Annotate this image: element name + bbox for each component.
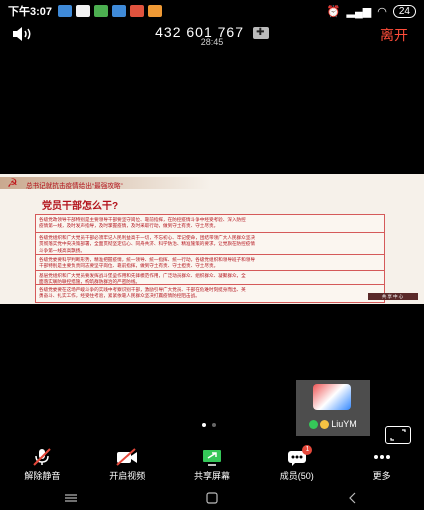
meeting-toolbar: 解除静音 开启视频 共享屏幕 1 成员(50) 更多 — [0, 445, 424, 483]
page-indicator — [202, 423, 216, 427]
start-video-label: 开启视频 — [109, 471, 146, 481]
participant-video-thumbnail[interactable]: LiuYM — [296, 380, 370, 436]
video-off-icon — [116, 448, 138, 466]
status-time: 下午3:07 — [8, 6, 53, 18]
more-label: 更多 — [372, 471, 391, 481]
members-button[interactable]: 1 成员(50) — [254, 445, 339, 483]
members-label: 成员(50) — [279, 471, 314, 481]
muted-mic-icon — [33, 448, 52, 466]
mail-notification-icon — [76, 5, 91, 17]
menu-lines-icon — [64, 493, 77, 502]
fullscreen-button[interactable] — [385, 426, 411, 444]
slide-text-block: 各级党政领导干部特别是主要领导干部要坚守岗位、靠前指挥，在防控疫情斗争中经受考验… — [35, 214, 385, 233]
share-screen-icon — [202, 450, 221, 466]
news-notification-icon — [130, 5, 145, 17]
slide-title: 党员干部怎么干? — [42, 201, 119, 212]
slide-footer: 共享中心 — [368, 293, 418, 300]
recent-apps-button[interactable] — [59, 491, 83, 505]
participant-avatar — [313, 384, 351, 410]
wifi-icon: ◠ — [377, 5, 387, 18]
slide-text-line: 干部特别是主要负责同志要坚守岗位、靠前指挥，做到守土有责、守土担责、守土尽责。 — [39, 263, 219, 269]
signal-icon: ▂▄▆ — [346, 5, 372, 18]
shared-screen[interactable]: ☭ 总书记就抗击疫情给出“最强攻略” 党员干部怎么干? 各级党政领导干部特别是主… — [0, 174, 424, 304]
share-screen-button[interactable]: 共享屏幕 — [170, 447, 255, 483]
participant-name-row: LiuYM — [296, 419, 370, 429]
app2-notification-icon — [148, 5, 163, 17]
slide-text-line: 勇奋斗、扎实工作，经受住考验，紧紧依靠人民群众坚决打赢疫情防控阻击战。 — [39, 293, 200, 299]
host-icon — [320, 419, 330, 429]
more-icon — [373, 455, 390, 459]
slide-text-line: 疫情第一线，及时发声指导，及时掌握疫情，及时采取行动，做到守土有责、守土尽责。 — [39, 223, 219, 229]
notification-icons — [58, 5, 163, 17]
system-navigation-bar — [0, 485, 424, 510]
meeting-duration: 28:45 — [200, 37, 224, 47]
app-notification-icon — [58, 5, 73, 17]
page-dot — [212, 423, 216, 427]
share-screen-label: 共享屏幕 — [193, 471, 230, 481]
members-badge: 1 — [302, 445, 313, 455]
party-emblem-icon: ☭ — [7, 176, 18, 190]
battery-indicator: 24 — [392, 4, 416, 18]
home-square-icon — [206, 491, 218, 504]
back-chevron-icon — [349, 492, 356, 503]
slide-text-block: 各级党委要在这场严峻斗争的实践中考察识别干部，激励引导广大党员、干部在危难时刻挺… — [35, 284, 385, 303]
expand-icon — [390, 429, 406, 441]
chat-notification-icon — [112, 5, 127, 17]
alarm-icon: ⏰ — [326, 5, 341, 18]
more-button[interactable]: 更多 — [339, 447, 424, 483]
slide-banner: ☭ 总书记就抗击疫情给出“最强攻略” — [0, 174, 424, 194]
status-bar: 下午3:07 ⏰ ▂▄▆ ◠ 24 — [0, 0, 424, 22]
status-right: ⏰ ▂▄▆ ◠ 24 — [326, 4, 416, 18]
page-dot-active — [202, 423, 206, 427]
unmute-button[interactable]: 解除静音 — [0, 447, 85, 483]
start-video-button[interactable]: 开启视频 — [85, 447, 170, 483]
message-notification-icon — [94, 5, 109, 17]
mic-active-icon — [309, 419, 319, 429]
unmute-label: 解除静音 — [24, 471, 61, 481]
participant-name: LiuYM — [331, 419, 357, 429]
slide-subtitle: 总书记就抗击疫情给出“最强攻略” — [26, 183, 123, 190]
back-button[interactable] — [341, 491, 365, 505]
home-button[interactable] — [200, 491, 224, 505]
